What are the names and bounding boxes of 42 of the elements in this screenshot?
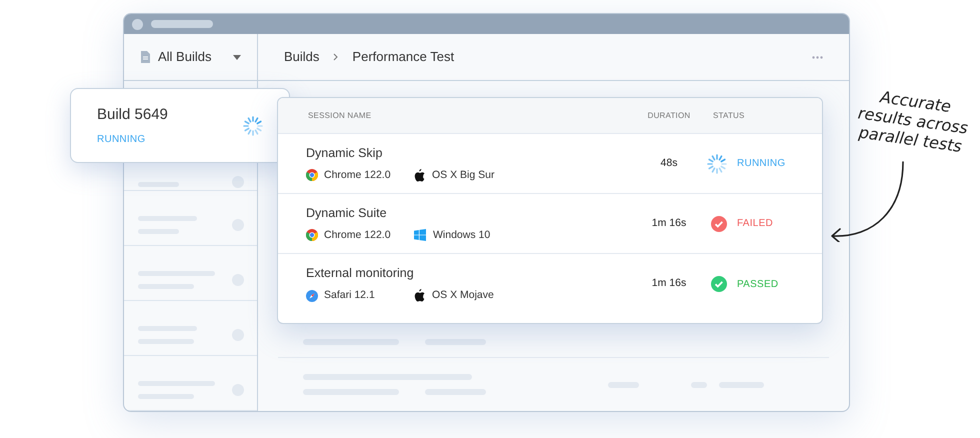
check-icon — [711, 276, 727, 292]
column-header: STATUS — [713, 110, 745, 122]
table-row[interactable]: Dynamic Skip Chrome 122.0 OS X Big Sur 48s RUNNING — [278, 134, 822, 194]
table-row[interactable]: External monitoring Safari 12.1 OS X Mojave 1m 16s PASSED — [278, 254, 822, 314]
windows-icon — [414, 229, 426, 242]
status-label: RUNNING — [737, 157, 786, 171]
check-icon — [711, 216, 727, 232]
compass-icon — [306, 290, 318, 302]
spinner-icon — [707, 154, 727, 174]
status-label: PASSED — [737, 278, 778, 292]
spinner-icon — [243, 116, 263, 136]
dropdown-label: All Builds — [158, 48, 212, 66]
session-name: Dynamic Skip — [306, 144, 384, 162]
duration-cell-text: 1m 16s — [650, 216, 688, 231]
chevron-icon — [333, 53, 338, 61]
duration-cell-text: 1m 16s — [650, 276, 688, 292]
build-status: RUNNING — [97, 133, 146, 148]
browser-label: Chrome 122.0 — [324, 228, 391, 242]
session-name: Dynamic Suite — [306, 204, 388, 222]
os-label: Windows 10 — [433, 228, 490, 242]
apple-icon — [414, 289, 425, 302]
document-icon — [140, 51, 150, 63]
browser-label: Chrome 122.0 — [324, 168, 391, 182]
table-row[interactable]: Dynamic Suite Chrome 122.0 Windows 10 1m 16s FAILED — [278, 194, 822, 254]
breadcrumb-link[interactable]: Builds — [284, 47, 320, 67]
caret-icon — [233, 54, 241, 60]
chrome-icon — [306, 229, 318, 242]
builds-dropdown[interactable]: All Builds — [124, 34, 257, 81]
build-title: Build 5649 — [97, 104, 169, 125]
os-label: OS X Mojave — [432, 288, 494, 303]
apple-icon — [414, 168, 425, 182]
duration-cell-text: 48s — [660, 156, 678, 171]
title-placeholder — [151, 20, 213, 28]
browser-label: Safari 12.1 — [324, 288, 375, 303]
annotation-text: Accurate results across parallel tests — [856, 86, 970, 158]
chrome-icon — [306, 169, 318, 182]
status-label: FAILED — [737, 217, 773, 231]
breadcrumb-current: Performance Test — [352, 48, 456, 66]
os-label: OS X Big Sur — [432, 168, 494, 182]
more-icon[interactable] — [812, 56, 823, 58]
column-header: SESSION NAME — [308, 110, 372, 122]
session-name: External monitoring — [306, 265, 415, 282]
